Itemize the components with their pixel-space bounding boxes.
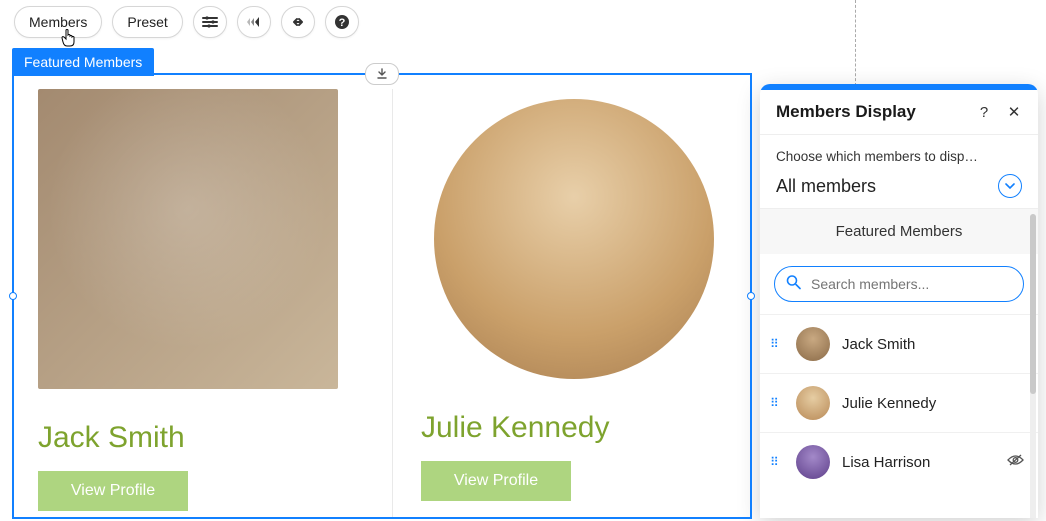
member-card: Jack Smith View Profile bbox=[32, 89, 370, 517]
search-members-input[interactable] bbox=[774, 266, 1024, 302]
svg-text:?: ? bbox=[338, 17, 345, 29]
preset-button[interactable]: Preset bbox=[112, 6, 182, 38]
member-row-name: Julie Kennedy bbox=[842, 395, 1024, 412]
panel-scrollbar[interactable] bbox=[1030, 214, 1036, 518]
view-profile-button[interactable]: View Profile bbox=[38, 471, 188, 511]
member-list-row[interactable]: ⠿ Julie Kennedy bbox=[760, 373, 1038, 432]
panel-title: Members Display bbox=[776, 102, 964, 122]
search-section bbox=[760, 254, 1038, 314]
display-scope-section: Choose which members to disp… All member… bbox=[760, 135, 1038, 209]
avatar bbox=[796, 327, 830, 361]
member-row-name: Jack Smith bbox=[842, 336, 1024, 353]
members-settings-button[interactable]: Members bbox=[14, 6, 102, 38]
drag-handle-icon[interactable]: ⠿ bbox=[770, 459, 784, 465]
member-photo bbox=[38, 89, 338, 389]
member-list-row[interactable]: ⠿ Jack Smith bbox=[760, 314, 1038, 373]
resize-handle-right[interactable] bbox=[747, 292, 755, 300]
animation-icon[interactable] bbox=[237, 6, 271, 38]
help-icon[interactable]: ? bbox=[325, 6, 359, 38]
editor-toolbar: Members Preset ? bbox=[14, 6, 359, 38]
avatar bbox=[796, 445, 830, 479]
member-name: Jack Smith bbox=[38, 421, 364, 455]
avatar bbox=[796, 386, 830, 420]
panel-header: Members Display ? ✕ bbox=[760, 90, 1038, 135]
member-list-row[interactable]: ⠿ Lisa Harrison bbox=[760, 432, 1038, 491]
member-name: Julie Kennedy bbox=[421, 411, 726, 445]
scrollbar-thumb[interactable] bbox=[1030, 214, 1036, 394]
member-photo bbox=[434, 99, 714, 379]
resize-handle-left[interactable] bbox=[9, 292, 17, 300]
member-card: Julie Kennedy View Profile bbox=[392, 89, 732, 517]
stretch-icon[interactable] bbox=[281, 6, 315, 38]
drag-handle-icon[interactable]: ⠿ bbox=[770, 400, 784, 406]
view-profile-button[interactable]: View Profile bbox=[421, 461, 571, 501]
panel-caption: Choose which members to disp… bbox=[776, 149, 1022, 164]
chevron-down-icon bbox=[998, 174, 1022, 198]
members-display-panel: Members Display ? ✕ Choose which members… bbox=[760, 84, 1038, 518]
panel-help-icon[interactable]: ? bbox=[974, 104, 994, 121]
download-icon[interactable] bbox=[365, 63, 399, 85]
search-icon bbox=[786, 275, 801, 294]
hidden-eye-icon[interactable] bbox=[1007, 453, 1024, 471]
members-widget-selection[interactable]: Jack Smith View Profile Julie Kennedy Vi… bbox=[12, 73, 752, 519]
drag-handle-icon[interactable]: ⠿ bbox=[770, 341, 784, 347]
component-tag-label[interactable]: Featured Members bbox=[12, 48, 154, 76]
members-scope-dropdown[interactable]: All members bbox=[776, 174, 1022, 198]
featured-members-subheader: Featured Members bbox=[760, 209, 1038, 254]
member-row-name: Lisa Harrison bbox=[842, 454, 995, 471]
dropdown-selected-value: All members bbox=[776, 176, 876, 197]
close-icon[interactable]: ✕ bbox=[1004, 103, 1024, 121]
design-icon[interactable] bbox=[193, 6, 227, 38]
vertical-guide-line bbox=[855, 0, 856, 86]
